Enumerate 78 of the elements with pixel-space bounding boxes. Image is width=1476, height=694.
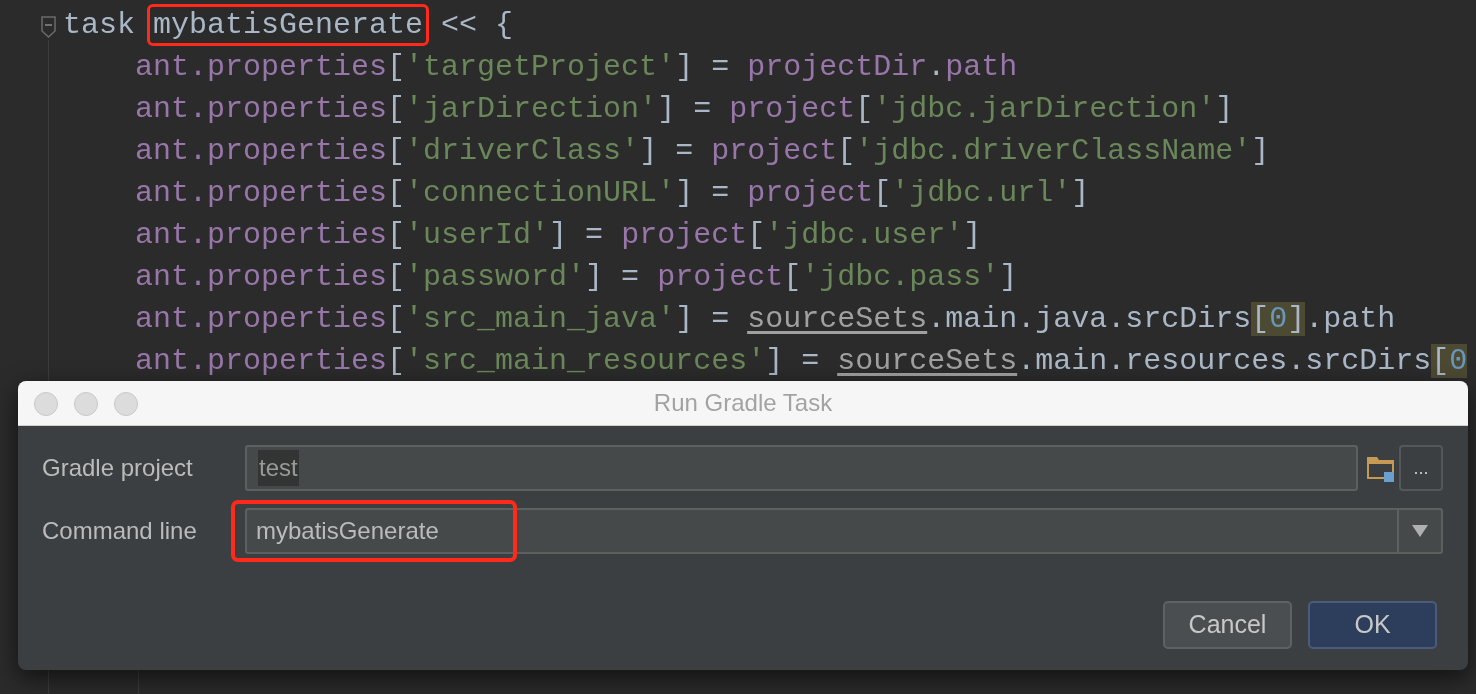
command-line-combo-box[interactable]: mybatisGenerate [245, 508, 1443, 554]
code-text: [ [837, 134, 856, 168]
code-identifier: ant.properties [134, 218, 388, 252]
matched-bracket-text: 0 [1449, 344, 1468, 378]
code-identifier: project [729, 92, 856, 126]
code-text: .main.java.srcDirs [927, 302, 1252, 336]
code-text: ] = [657, 92, 713, 126]
matched-bracket-text: ] [1287, 302, 1306, 336]
code-text: [ [387, 260, 406, 294]
matched-bracket-text: 0 [1269, 302, 1288, 336]
code-text: ] = [675, 302, 731, 336]
code-text: [ [387, 134, 406, 168]
code-text: ] = [639, 134, 695, 168]
code-identifier: projectDir [747, 50, 928, 84]
code-text: [ [387, 176, 406, 210]
code-text: ] = [585, 260, 641, 294]
field-label: Command line [42, 516, 198, 546]
code-text: [ [387, 302, 406, 336]
code-text: [ [387, 50, 406, 84]
code-identifier: ant.properties [134, 344, 388, 378]
string-literal: 'jdbc.driverClassName' [855, 134, 1252, 168]
code-identifier: ant.properties [134, 260, 388, 294]
ok-button[interactable]: OK [1308, 601, 1437, 649]
code-text: . [927, 50, 946, 84]
string-literal: 'targetProject' [405, 50, 676, 84]
code-identifier: project [657, 260, 784, 294]
code-text: [ [783, 260, 802, 294]
code-text: .path [1305, 302, 1396, 336]
code-text: task [63, 8, 136, 42]
string-literal: 'userId' [405, 218, 550, 252]
code-text: ] = [675, 50, 731, 84]
code-identifier: project [711, 134, 838, 168]
code-identifier: ant.properties [134, 134, 388, 168]
code-text: [ [387, 92, 406, 126]
code-text: [ [873, 176, 892, 210]
code-text: ] [1071, 176, 1090, 210]
code-identifier: ant.properties [134, 50, 388, 84]
string-literal: 'connectionURL' [405, 176, 676, 210]
window-title: Run Gradle Task [653, 388, 833, 418]
string-literal: 'password' [405, 260, 586, 294]
code-reference: sourceSets [747, 302, 928, 336]
code-text: .main.resources.srcDirs [1017, 344, 1432, 378]
code-reference: sourceSets [837, 344, 1018, 378]
matched-bracket-text: [ [1251, 302, 1270, 336]
browse-button[interactable]: ... [1399, 445, 1443, 491]
code-text: ] [1251, 134, 1270, 168]
code-text: << { [440, 8, 514, 42]
field-label: Gradle project [42, 453, 194, 483]
code-identifier: ant.properties [134, 302, 388, 336]
code-identifier: project [747, 176, 874, 210]
code-text: [ [855, 92, 874, 126]
code-identifier: ant.properties [134, 92, 388, 126]
matched-bracket-text: [ [1431, 344, 1450, 378]
string-literal: 'jarDirection' [405, 92, 658, 126]
string-literal: 'jdbc.pass' [801, 260, 1000, 294]
code-identifier: path [945, 50, 1018, 84]
code-identifier: project [621, 218, 748, 252]
highlighted-code-text: mybatisGenerate [147, 4, 430, 46]
string-literal: 'jdbc.url' [891, 176, 1072, 210]
code-text: [ [387, 218, 406, 252]
code-text: ] = [549, 218, 605, 252]
fold-marker-icon[interactable] [41, 16, 56, 38]
code-text: ] = [675, 176, 731, 210]
string-literal: 'jdbc.jarDirection' [873, 92, 1216, 126]
code-text: ] = [765, 344, 821, 378]
code-text: ] [999, 260, 1018, 294]
project-field[interactable]: test [245, 445, 1358, 491]
code-identifier: ant.properties [134, 176, 388, 210]
code-text: ] [963, 218, 982, 252]
code-text: ] [1215, 92, 1234, 126]
string-literal: 'jdbc.user' [765, 218, 964, 252]
code-text: [ [747, 218, 766, 252]
code-text: [ [387, 344, 406, 378]
string-literal: 'src_main_resources' [405, 344, 766, 378]
dropdown-arrow-icon[interactable] [1412, 525, 1428, 537]
string-literal: 'src_main_java' [405, 302, 676, 336]
string-literal: 'driverClass' [405, 134, 640, 168]
cancel-button[interactable]: Cancel [1163, 601, 1292, 649]
